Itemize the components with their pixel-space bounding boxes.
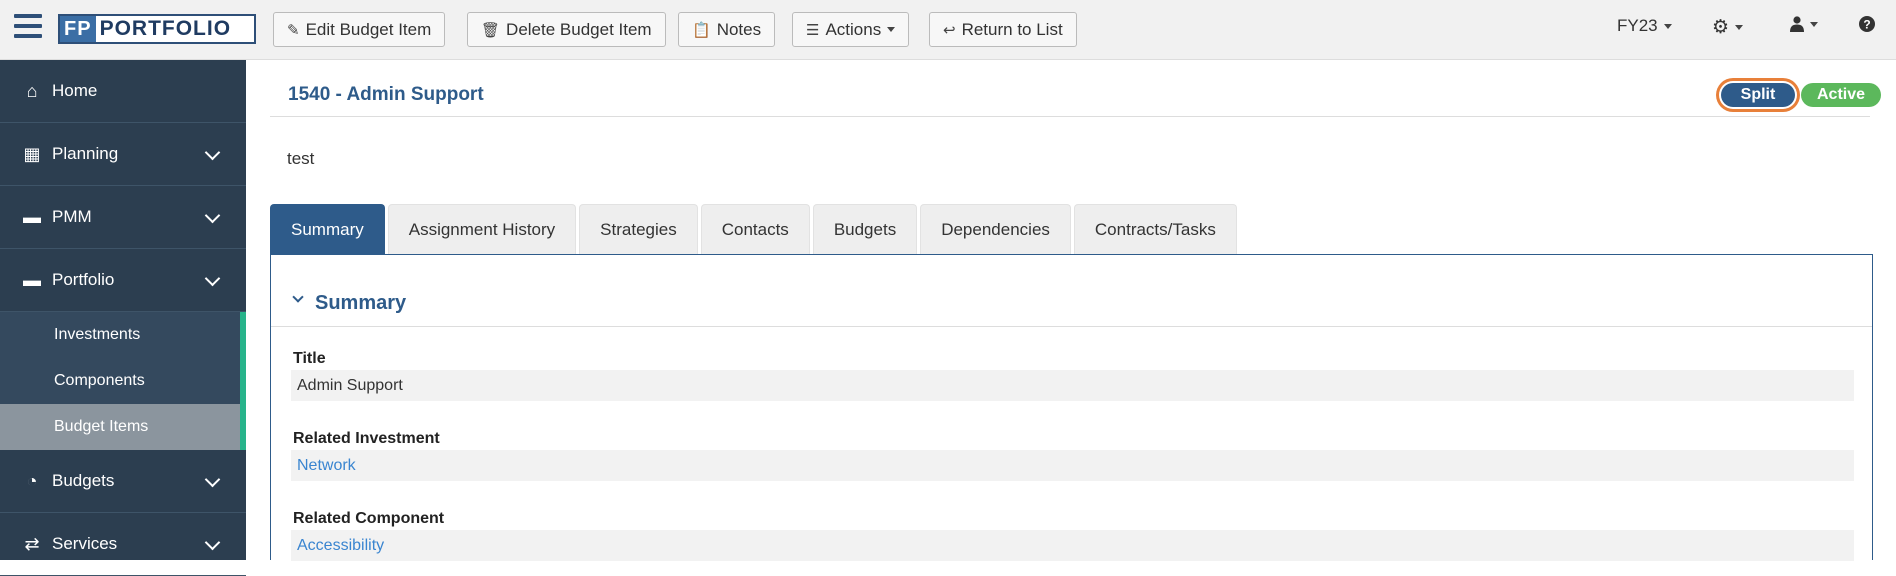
edit-icon: ✎ [287, 21, 300, 39]
app-logo[interactable]: FP PORTFOLIO [58, 14, 256, 44]
fiscal-year-dropdown[interactable]: FY23 [1617, 16, 1672, 36]
notes-label: Notes [716, 19, 762, 39]
split-badge[interactable]: Split [1721, 83, 1795, 107]
user-icon [1790, 16, 1804, 32]
sidebar-item-label: Home [52, 81, 98, 100]
menu-icon[interactable] [14, 14, 42, 38]
logo-name: PORTFOLIO [99, 17, 232, 40]
tab-bar: Summary Assignment History Strategies Co… [270, 204, 1240, 255]
title-label: Title [293, 350, 326, 367]
delete-budget-item-label: Delete Budget Item [506, 19, 652, 39]
sidebar-item-portfolio[interactable]: ▬ Portfolio [0, 249, 246, 312]
sidebar-subitem-investments[interactable]: Investments [0, 312, 240, 358]
chevron-down-icon [204, 270, 221, 287]
svg-text:?: ? [1863, 18, 1870, 32]
section-title: Summary [315, 292, 407, 314]
tab-contracts-tasks[interactable]: Contracts/Tasks [1073, 204, 1237, 255]
gears-icon: ⚙ [1712, 17, 1730, 38]
edit-budget-item-button[interactable]: ✎ Edit Budget Item [273, 12, 446, 47]
main-content: 1540 - Admin Support Split Active test S… [246, 60, 1896, 561]
return-to-list-label: Return to List [961, 19, 1063, 39]
actions-label: Actions [825, 19, 882, 39]
chevron-down-icon [204, 534, 221, 551]
item-header: 1540 - Admin Support Split Active [270, 60, 1881, 117]
page-title: 1540 - Admin Support [288, 84, 484, 105]
chevron-down-icon [292, 291, 304, 303]
sidebar-item-home[interactable]: ⌂ Home [0, 60, 246, 123]
reply-icon: ↩ [943, 21, 956, 39]
related-component-label: Related Component [293, 510, 445, 527]
tab-strategies[interactable]: Strategies [579, 204, 698, 255]
caret-down-icon [1663, 23, 1672, 29]
folder-icon: ▬ [23, 206, 41, 227]
fiscal-year-label: FY23 [1617, 16, 1658, 35]
tab-summary[interactable]: Summary [270, 204, 385, 255]
caret-down-icon [1810, 21, 1818, 27]
sidebar-subitem-budget-items[interactable]: Budget Items [0, 404, 240, 450]
related-component-value: Accessibility [291, 530, 1854, 561]
tab-dependencies[interactable]: Dependencies [920, 204, 1071, 255]
title-value: Admin Support [291, 370, 1854, 401]
related-investment-link[interactable]: Network [297, 457, 356, 475]
sidebar-item-label: Portfolio [52, 270, 115, 289]
sidebar-subitem-components[interactable]: Components [0, 358, 240, 404]
sidebar-item-pmm[interactable]: ▬ PMM [0, 186, 246, 249]
item-description: test [287, 149, 315, 168]
exchange-icon: ⇄ [24, 533, 40, 554]
pie-chart-icon: ◔ [26, 470, 38, 491]
sidebar: ⌂ Home ▦ Planning ▬ PMM ▬ Portfolio Inve… [0, 60, 246, 576]
return-to-list-button[interactable]: ↩ Return to List [929, 12, 1077, 47]
settings-dropdown[interactable]: ⚙ [1712, 16, 1744, 39]
user-dropdown[interactable] [1790, 16, 1818, 32]
sidebar-item-label: Services [52, 534, 118, 553]
caret-down-icon [1735, 25, 1744, 30]
help-button[interactable]: ? [1859, 16, 1875, 32]
table-icon: ▦ [23, 143, 41, 164]
sidebar-item-planning[interactable]: ▦ Planning [0, 123, 246, 186]
sidebar-item-budgets[interactable]: ◔ Budgets [0, 450, 246, 513]
top-bar: FP PORTFOLIO ✎ Edit Budget Item 🗑 Delete… [0, 0, 1896, 60]
related-component-link[interactable]: Accessibility [297, 537, 384, 555]
related-investment-value: Network [291, 450, 1854, 481]
tab-contacts[interactable]: Contacts [700, 204, 810, 255]
sidebar-item-label: Budgets [52, 471, 115, 490]
sidebar-item-services[interactable]: ⇄ Services [0, 513, 246, 576]
home-icon: ⌂ [26, 80, 38, 101]
folder-icon: ▬ [23, 269, 41, 290]
notes-button[interactable]: 📋 Notes [678, 12, 776, 47]
summary-panel: Summary Title Admin Support Related Inve… [270, 254, 1873, 561]
sidebar-item-label: Planning [52, 144, 119, 163]
status-badge: Active [1801, 83, 1881, 107]
delete-budget-item-button[interactable]: 🗑 Delete Budget Item [467, 12, 666, 47]
tab-budgets[interactable]: Budgets [812, 204, 918, 255]
summary-section-toggle[interactable]: Summary [271, 255, 1872, 327]
chevron-down-icon [204, 207, 221, 224]
list-icon: ☰ [806, 21, 820, 39]
actions-dropdown[interactable]: ☰ Actions [792, 12, 910, 47]
edit-budget-item-label: Edit Budget Item [305, 19, 432, 39]
related-investment-label: Related Investment [293, 430, 440, 447]
help-icon: ? [1859, 16, 1875, 32]
trash-icon: 🗑 [481, 21, 501, 39]
logo-prefix: FP [60, 16, 96, 42]
chevron-down-icon [204, 471, 221, 488]
caret-down-icon [887, 27, 896, 32]
chevron-down-icon [204, 144, 221, 161]
sidebar-item-label: PMM [52, 207, 92, 226]
tab-assignment-history[interactable]: Assignment History [387, 204, 577, 255]
portfolio-submenu: Investments Components Budget Items [0, 312, 246, 450]
clipboard-icon: 📋 [692, 21, 711, 39]
